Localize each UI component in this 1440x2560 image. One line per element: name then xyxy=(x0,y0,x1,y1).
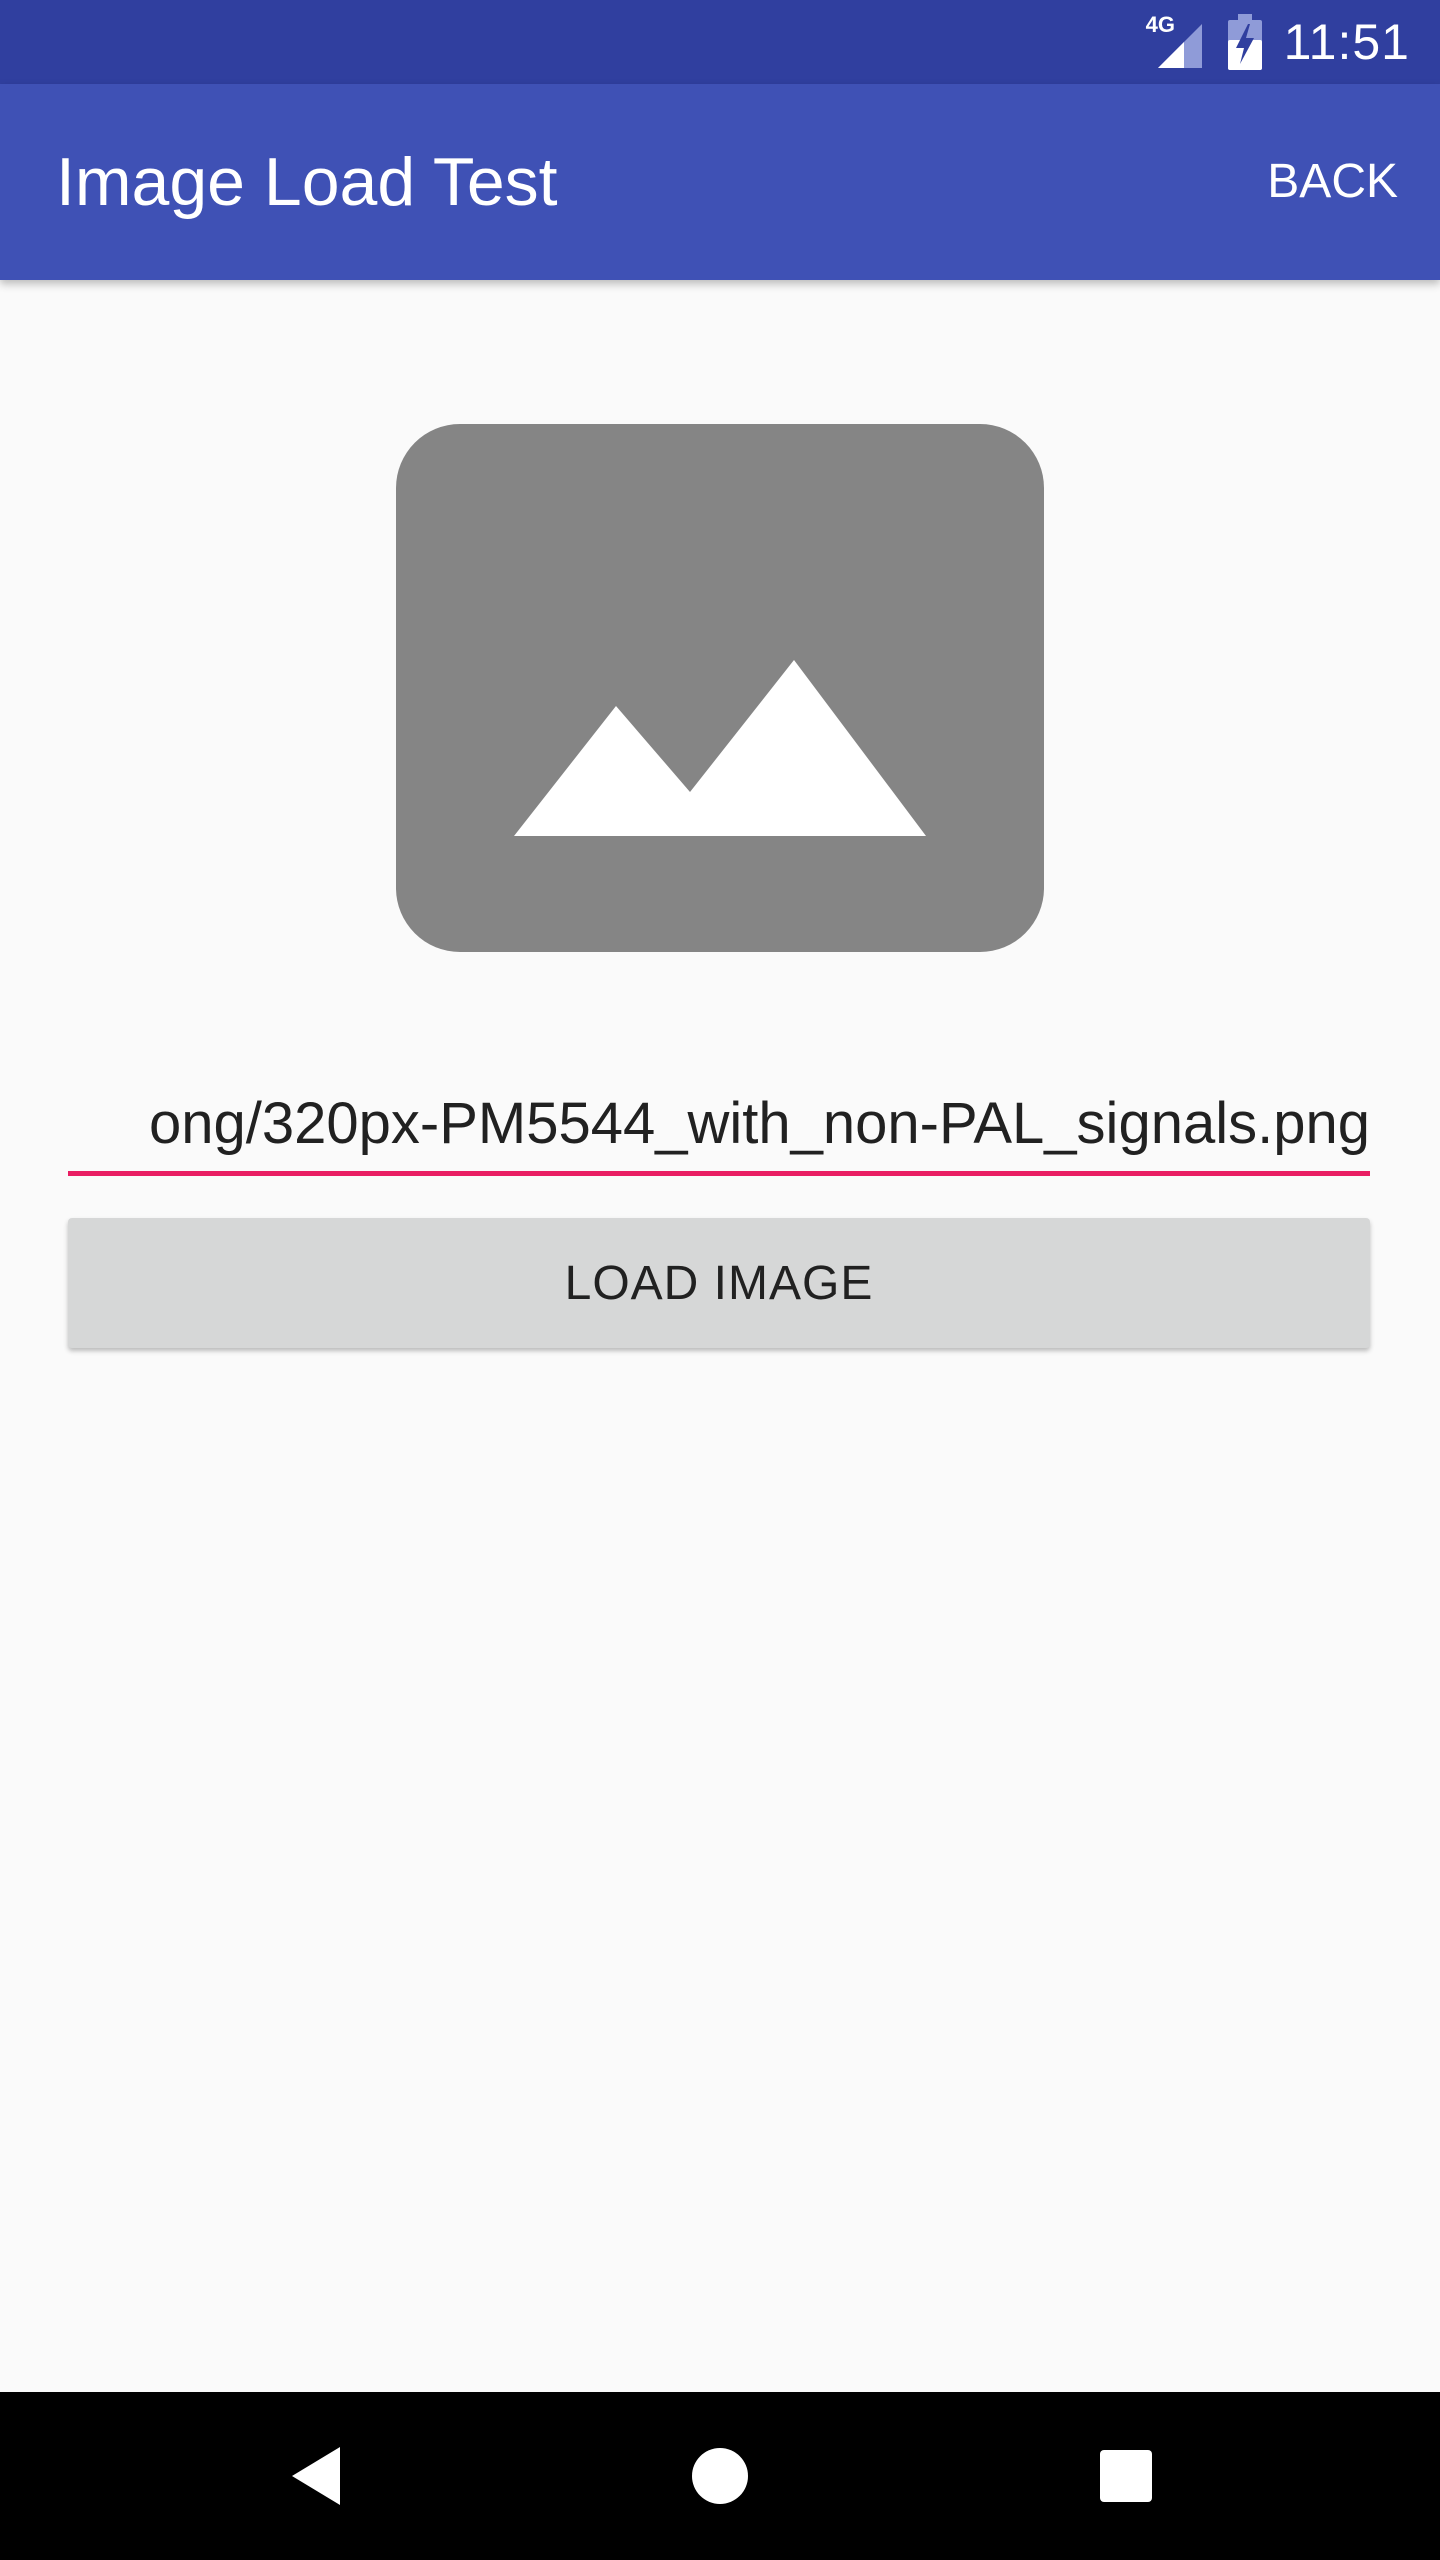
url-input-value: ong/320px-PM5544_with_non-PAL_signals.pn… xyxy=(148,1091,1370,1156)
battery-charging-icon xyxy=(1227,14,1262,70)
app-title: Image Load Test xyxy=(56,144,558,220)
signal-icon: 4G xyxy=(1146,14,1206,70)
image-placeholder-icon xyxy=(396,424,1044,952)
load-image-button[interactable]: LOAD IMAGE xyxy=(68,1218,1370,1348)
load-image-button-label: LOAD IMAGE xyxy=(564,1256,874,1310)
status-bar: 4G 11:51 xyxy=(0,0,1440,84)
clock: 11:51 xyxy=(1283,14,1410,70)
url-input[interactable]: ong/320px-PM5544_with_non-PAL_signals.pn… xyxy=(68,1080,1370,1176)
home-icon[interactable] xyxy=(636,2392,804,2560)
nav-bar xyxy=(0,2392,1440,2560)
screen: 4G 11:51 Image Load Test BACK ong/320px-… xyxy=(0,0,1440,2560)
recents-icon[interactable] xyxy=(1042,2392,1210,2560)
app-bar: Image Load Test BACK xyxy=(0,84,1440,280)
status-icons: 4G 11:51 xyxy=(1146,0,1410,84)
back-icon[interactable] xyxy=(232,2392,400,2560)
back-action-button[interactable]: BACK xyxy=(1265,84,1400,280)
image-view xyxy=(396,424,1044,952)
